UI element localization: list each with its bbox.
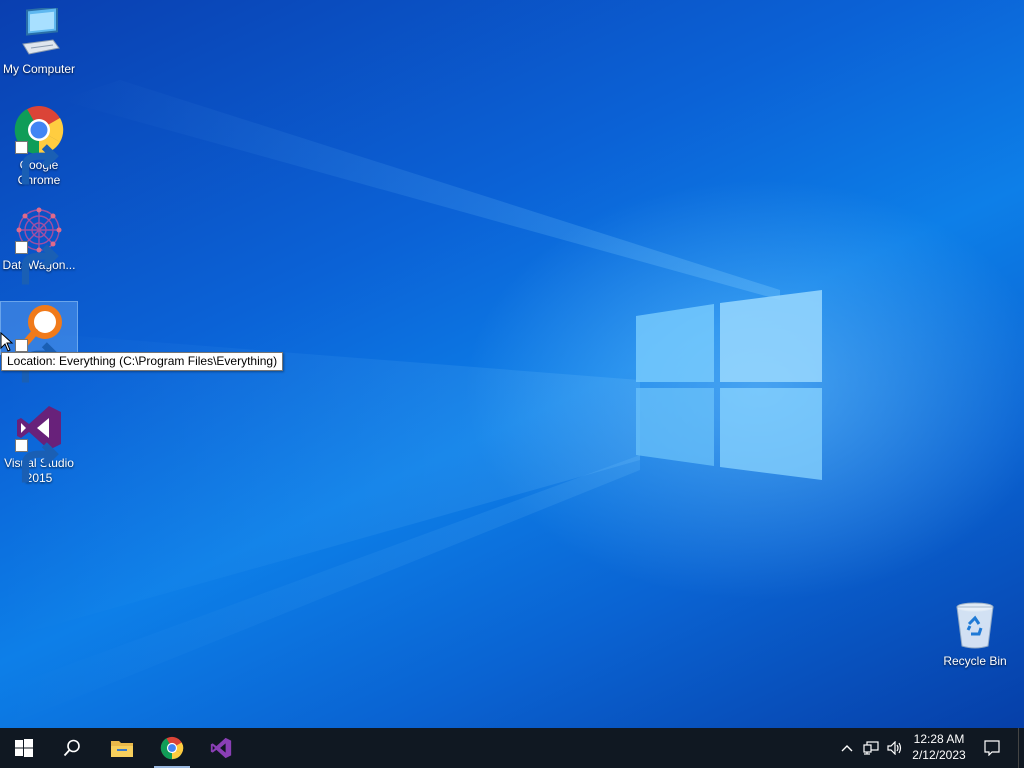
- clock-time: 12:28 AM: [913, 732, 965, 746]
- notification-icon: [984, 740, 1000, 756]
- chevron-up-icon: [841, 745, 853, 752]
- search-button[interactable]: [48, 728, 96, 768]
- recycle-bin-icon: [949, 600, 1001, 652]
- shortcut-arrow-icon: [15, 439, 59, 483]
- visual-studio-icon: [13, 402, 65, 483]
- shortcut-arrow-icon: [15, 241, 59, 285]
- visual-studio-icon: [210, 737, 232, 759]
- taskbar: 12:28 AM 2/12/2023: [0, 728, 1024, 768]
- desktop-icon-my-computer[interactable]: My Computer: [1, 8, 77, 77]
- shortcut-arrow-icon: [15, 141, 59, 185]
- clock[interactable]: 12:28 AM 2/12/2023: [906, 731, 972, 763]
- everything-magnifier-icon: [13, 302, 65, 383]
- desktop-icon-recycle-bin[interactable]: Recycle Bin: [937, 600, 1013, 669]
- search-icon: [63, 739, 80, 757]
- datawagon-icon: [13, 204, 65, 285]
- computer-icon: [13, 8, 65, 60]
- show-desktop-button[interactable]: [1018, 728, 1024, 768]
- clock-date: 2/12/2023: [912, 748, 966, 762]
- volume-button[interactable]: [884, 728, 906, 768]
- mouse-cursor-icon: [0, 332, 14, 352]
- start-icon: [15, 739, 33, 757]
- shortcut-arrow-icon: [15, 339, 59, 383]
- desktop-icon-google-chrome[interactable]: Google Chrome: [1, 104, 77, 188]
- start-button[interactable]: [0, 728, 48, 768]
- volume-icon: [887, 741, 902, 755]
- taskbar-file-explorer[interactable]: [98, 728, 146, 768]
- chrome-icon: [13, 104, 65, 185]
- taskbar-chrome[interactable]: [148, 728, 196, 768]
- network-icon: [863, 741, 879, 755]
- file-explorer-icon: [111, 741, 133, 757]
- tooltip: Location: Everything (C:\Program Files\E…: [1, 352, 284, 371]
- desktop-background[interactable]: My Computer Google Chrome DataWagon... V…: [0, 0, 1024, 728]
- taskbar-visual-studio[interactable]: [197, 728, 245, 768]
- desktop-icon-label: My Computer: [2, 62, 76, 76]
- network-button[interactable]: [860, 728, 882, 768]
- show-hidden-icons-button[interactable]: [838, 728, 856, 768]
- chrome-icon: [160, 736, 184, 760]
- desktop-icon-visual-studio-2015[interactable]: Visual Studio 2015: [1, 402, 77, 486]
- windows-logo-wallpaper: [636, 290, 822, 480]
- desktop-icon-datawagon[interactable]: DataWagon...: [1, 204, 77, 285]
- desktop-icon-label: Recycle Bin: [943, 654, 1007, 668]
- action-center-button[interactable]: [980, 728, 1004, 768]
